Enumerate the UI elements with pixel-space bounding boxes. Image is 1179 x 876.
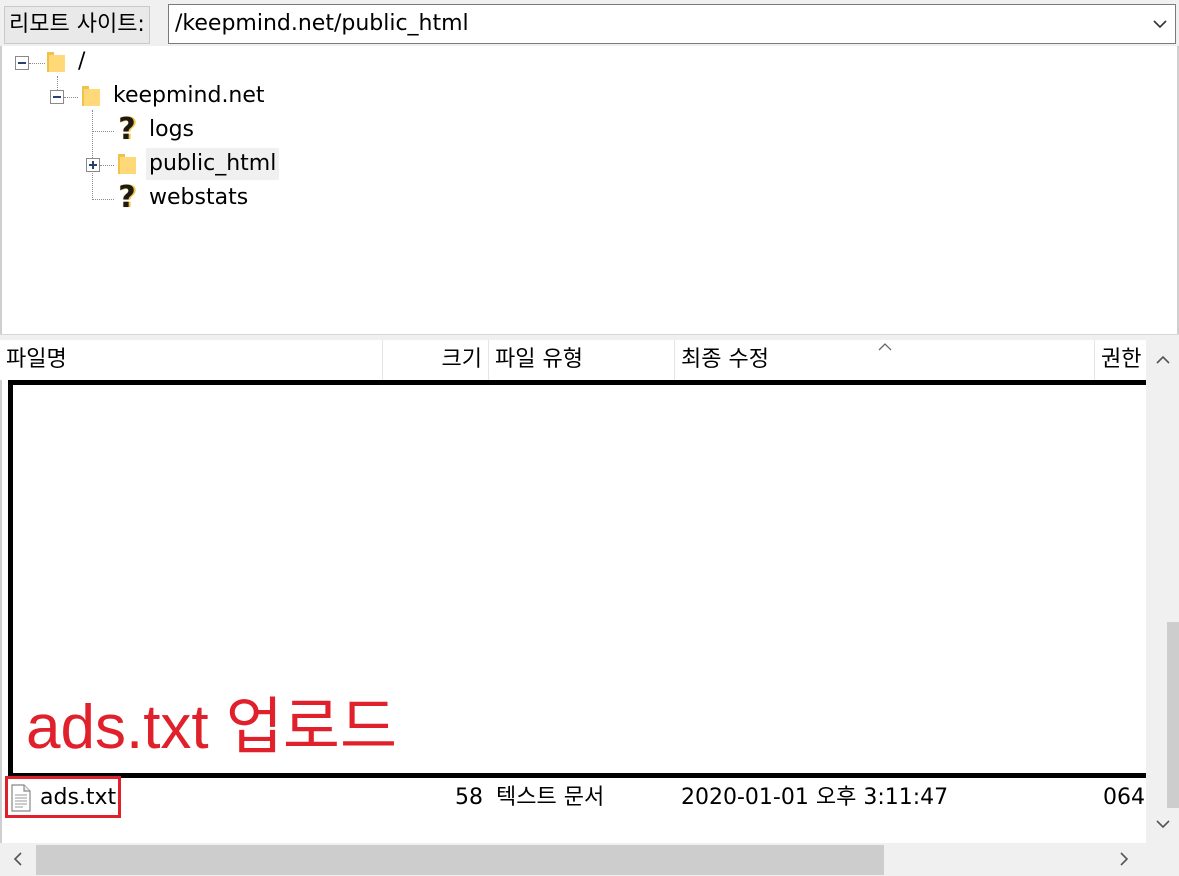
scroll-left-icon[interactable]: [8, 849, 28, 869]
column-header-size[interactable]: 크기: [383, 340, 489, 380]
file-highlight-outline: [5, 776, 121, 818]
tree-node-domain[interactable]: keepmind.net: [2, 80, 302, 112]
vertical-scroll-thumb[interactable]: [1167, 622, 1179, 808]
tree-node-logs[interactable]: ? logs: [2, 114, 302, 146]
collapse-icon[interactable]: [50, 90, 64, 104]
sort-ascending-icon: [878, 343, 892, 351]
file-list-header: 파일명 크기 파일 유형 최종 수정 권한: [0, 340, 1146, 381]
unknown-folder-icon: ?: [118, 180, 136, 215]
horizontal-scroll-thumb[interactable]: [36, 845, 884, 875]
column-header-type[interactable]: 파일 유형: [489, 340, 675, 380]
file-type: 텍스트 문서: [496, 785, 605, 810]
tree-node-label[interactable]: /: [75, 46, 88, 78]
folder-icon: [118, 154, 136, 174]
remote-site-label: 리모트 사이트:: [4, 6, 150, 44]
file-size: 58: [455, 785, 483, 810]
tree-node-label[interactable]: logs: [146, 114, 197, 146]
remote-path-value[interactable]: /keepmind.net/public_html: [175, 5, 469, 43]
vertical-scrollbar[interactable]: [1146, 340, 1179, 843]
annotation-text: ads.txt 업로드: [26, 693, 397, 762]
tree-node-label[interactable]: public_html: [146, 148, 280, 180]
remote-directory-tree[interactable]: / keepmind.net ? logs public_html ? webs…: [0, 46, 1179, 334]
tree-node-label[interactable]: keepmind.net: [110, 80, 268, 112]
expand-icon[interactable]: [86, 158, 100, 172]
tree-node-webstats[interactable]: ? webstats: [2, 182, 302, 214]
remote-path-combobox[interactable]: /keepmind.net/public_html: [168, 4, 1176, 44]
tree-node-public-html[interactable]: public_html: [2, 148, 302, 180]
chevron-down-icon[interactable]: [1151, 15, 1169, 33]
scroll-down-icon[interactable]: [1153, 814, 1173, 834]
file-permissions: 064: [1103, 785, 1145, 810]
column-header-permissions[interactable]: 권한: [1095, 340, 1146, 380]
horizontal-scrollbar[interactable]: [0, 843, 1146, 876]
remote-site-bar: 리모트 사이트: /keepmind.net/public_html: [0, 0, 1179, 46]
file-modified: 2020-01-01 오후 3:11:47: [681, 785, 949, 810]
scrollbar-corner: [1146, 843, 1179, 876]
folder-icon: [47, 52, 65, 72]
unknown-folder-icon: ?: [118, 112, 136, 147]
tree-node-root[interactable]: /: [2, 46, 202, 78]
collapse-icon[interactable]: [15, 56, 29, 70]
folder-icon: [82, 86, 100, 106]
column-header-name[interactable]: 파일명: [0, 340, 383, 380]
tree-node-label[interactable]: webstats: [146, 182, 251, 214]
table-row[interactable]: ads.txt 58 텍스트 문서 2020-01-01 오후 3:11:47 …: [0, 778, 1146, 818]
scroll-up-icon[interactable]: [1153, 350, 1173, 370]
scroll-right-icon[interactable]: [1114, 849, 1134, 869]
